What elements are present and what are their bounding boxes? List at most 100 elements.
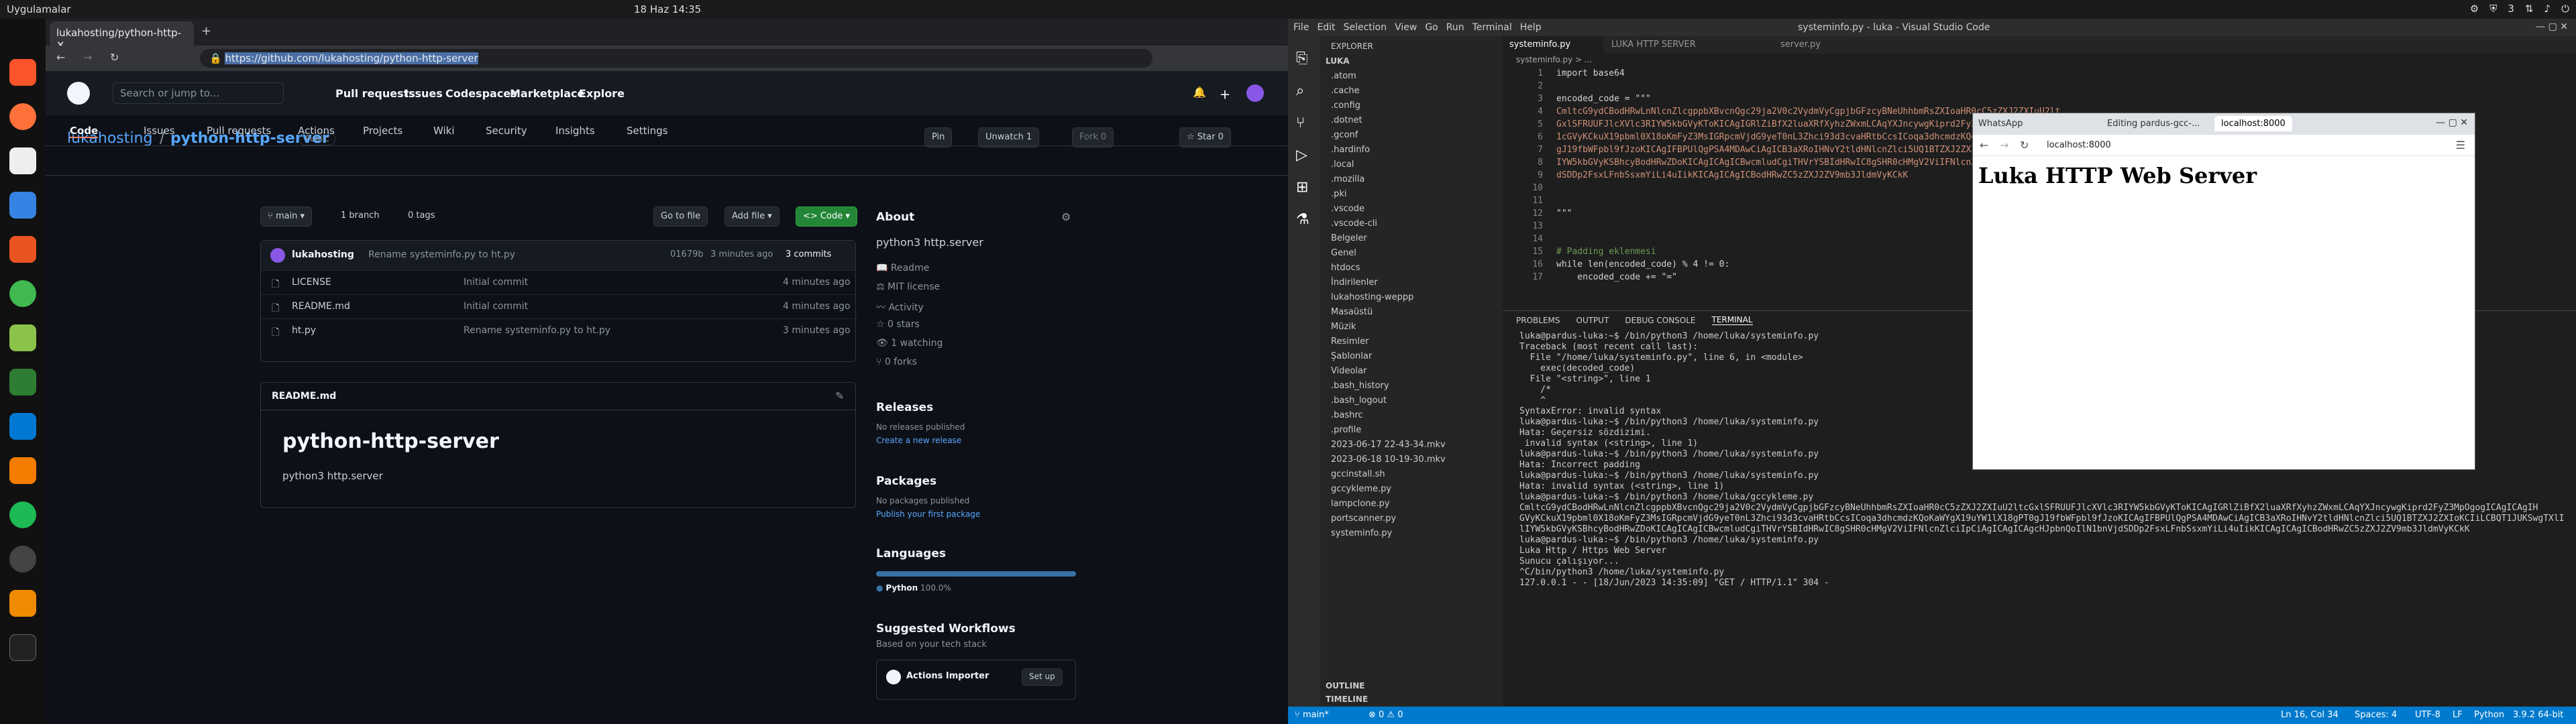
setup-button[interactable]: Set up [1022, 668, 1063, 686]
tree-item[interactable]: systeminfo.py [1331, 528, 1392, 543]
tab-wiki[interactable]: Wiki [433, 125, 455, 137]
license-link[interactable]: ⚖ MIT license [876, 282, 940, 292]
panel-tab-output[interactable]: OUTPUT [1576, 316, 1609, 325]
problems-status[interactable]: ⊗ 0 ⚠ 0 [1368, 710, 1403, 720]
branches-link[interactable]: 1 branch [341, 210, 380, 221]
menu-icon[interactable]: ☰ [2456, 139, 2465, 152]
outline-section[interactable]: OUTLINE [1326, 681, 1364, 690]
source-control-icon[interactable]: ⑂ [1296, 107, 1312, 139]
file-row[interactable]: 🗋 LICENSE Initial commit 4 minutes ago [261, 270, 857, 294]
language-mode[interactable]: Python [2474, 710, 2504, 720]
forward-icon[interactable]: → [83, 51, 92, 64]
create-release-link[interactable]: Create a new release [876, 436, 961, 445]
panel-tab-terminal[interactable]: TERMINAL [1711, 315, 1753, 325]
tree-item[interactable]: .bash_logout [1331, 396, 1387, 410]
tree-item[interactable]: .bashrc [1331, 410, 1363, 425]
url-bar[interactable]: 🔒 https://github.com/lukahosting/python-… [200, 49, 1152, 68]
file-commit[interactable]: Initial commit [464, 301, 528, 312]
code-button[interactable]: <> Code ▾ [796, 206, 857, 227]
tab-pull-requests[interactable]: Pull requests [207, 125, 271, 137]
eol[interactable]: LF [2453, 710, 2463, 720]
spotify-icon[interactable] [9, 501, 36, 528]
tree-item[interactable]: Videolar [1331, 366, 1366, 381]
tree-item[interactable]: .atom [1331, 71, 1356, 86]
menu-run[interactable]: Run [1446, 22, 1464, 33]
vscode-icon[interactable] [9, 413, 36, 440]
notification-count[interactable]: 3 [2508, 3, 2514, 15]
tree-item[interactable]: .hardinfo [1331, 145, 1370, 160]
github-logo-icon[interactable] [67, 82, 90, 105]
tree-item[interactable]: 2023-06-18 10-19-30.mkv [1331, 455, 1446, 469]
nav-marketplace[interactable]: Marketplace [510, 87, 584, 100]
terminal-green-icon[interactable] [9, 369, 36, 396]
app-icon[interactable] [9, 236, 36, 263]
stars-link[interactable]: ☆ 0 stars [876, 319, 920, 330]
cube-icon[interactable] [9, 324, 36, 351]
reload-icon[interactable]: ↻ [110, 51, 119, 64]
encoding[interactable]: UTF-8 [2415, 710, 2440, 720]
tree-item[interactable]: Belgeler [1331, 233, 1367, 248]
publish-package-link[interactable]: Publish your first package [876, 509, 980, 519]
search-input[interactable]: Search or jump to... [113, 82, 284, 104]
tab-issues[interactable]: Issues [144, 125, 175, 137]
workspace-root[interactable]: LUKA [1326, 56, 1350, 66]
tree-item[interactable]: lukahosting-weppp [1331, 292, 1413, 307]
menu-terminal[interactable]: Terminal [1472, 22, 1512, 33]
terminal-icon[interactable] [9, 634, 36, 661]
tree-item[interactable]: Genel [1331, 248, 1356, 263]
browser-tab[interactable]: lukahosting/python-http- ✕ [50, 21, 194, 51]
nav-codespaces[interactable]: Codespaces [445, 87, 517, 100]
tree-item[interactable]: Resimler [1331, 337, 1368, 351]
cursor-position[interactable]: Ln 16, Col 34 [2281, 710, 2339, 720]
pencil-icon[interactable]: ✎ [835, 389, 844, 402]
network-icon[interactable]: ⇅ [2525, 3, 2534, 15]
github-desktop-icon[interactable] [9, 546, 36, 572]
reload-icon[interactable]: ↻ [2020, 139, 2029, 152]
run-debug-icon[interactable]: ▷ [1296, 139, 1312, 172]
plus-icon[interactable]: ＋ [1220, 86, 1230, 102]
tab-localhost[interactable]: localhost:8000 [2214, 116, 2292, 131]
tab-projects[interactable]: Projects [363, 125, 402, 137]
tab-systeminfo[interactable]: systeminfo.py [1503, 36, 1603, 54]
menu-edit[interactable]: Edit [1317, 22, 1335, 33]
writer-icon[interactable] [9, 192, 36, 219]
new-tab-icon[interactable]: + [201, 24, 211, 38]
commit-hash[interactable]: 01679b [670, 249, 704, 259]
tree-item[interactable]: .cache [1331, 86, 1360, 101]
tab-editing[interactable]: Editing pardus-gcc-... [2107, 119, 2200, 129]
readme-link[interactable]: 📖 Readme [876, 263, 929, 274]
files-icon[interactable] [9, 147, 36, 174]
tree-item[interactable]: .dotnet [1331, 115, 1362, 130]
globe-icon[interactable] [9, 280, 36, 307]
search-icon[interactable]: ⌕ [1296, 75, 1312, 107]
packages-title[interactable]: Packages [876, 475, 936, 488]
menu-help[interactable]: Help [1520, 22, 1542, 33]
panel-tab-debug-console[interactable]: DEBUG CONSOLE [1625, 316, 1695, 325]
explorer-icon[interactable]: ⎘ [1296, 43, 1312, 75]
tree-item[interactable]: İndirilenler [1331, 278, 1378, 292]
tree-item[interactable]: .local [1331, 160, 1354, 174]
file-name[interactable]: README.md [292, 301, 350, 312]
indentation[interactable]: Spaces: 4 [2355, 710, 2397, 720]
testing-icon[interactable]: ⚗ [1296, 204, 1312, 236]
avatar[interactable] [1246, 84, 1264, 102]
timeline-section[interactable]: TIMELINE [1326, 695, 1368, 704]
volume-icon[interactable]: ♪ [2544, 3, 2551, 15]
tab-luka-http-server[interactable]: LUKA HTTP SERVER [1605, 36, 1772, 54]
tab-settings[interactable]: Settings [627, 125, 668, 137]
back-icon[interactable]: ← [1980, 139, 1988, 152]
file-commit[interactable]: Rename systeminfo.py to ht.py [464, 325, 610, 336]
tree-item[interactable]: .mozilla [1331, 174, 1364, 189]
bell-icon[interactable]: 🔔 [1193, 86, 1206, 99]
tags-link[interactable]: 0 tags [408, 210, 435, 221]
back-icon[interactable]: ← [56, 51, 65, 64]
add-file-button[interactable]: Add file ▾ [724, 206, 780, 227]
brave-icon[interactable] [9, 59, 36, 86]
tab-insights[interactable]: Insights [555, 125, 595, 137]
tree-item[interactable]: lampclone.py [1331, 499, 1390, 514]
file-name[interactable]: LICENSE [292, 277, 331, 288]
tree-item[interactable]: .bash_history [1331, 381, 1389, 396]
branch-select[interactable]: ⑂ main ▾ [260, 206, 313, 227]
go-to-file-button[interactable]: Go to file [653, 206, 708, 227]
breadcrumb[interactable]: systeminfo.py > ... [1516, 55, 1592, 64]
